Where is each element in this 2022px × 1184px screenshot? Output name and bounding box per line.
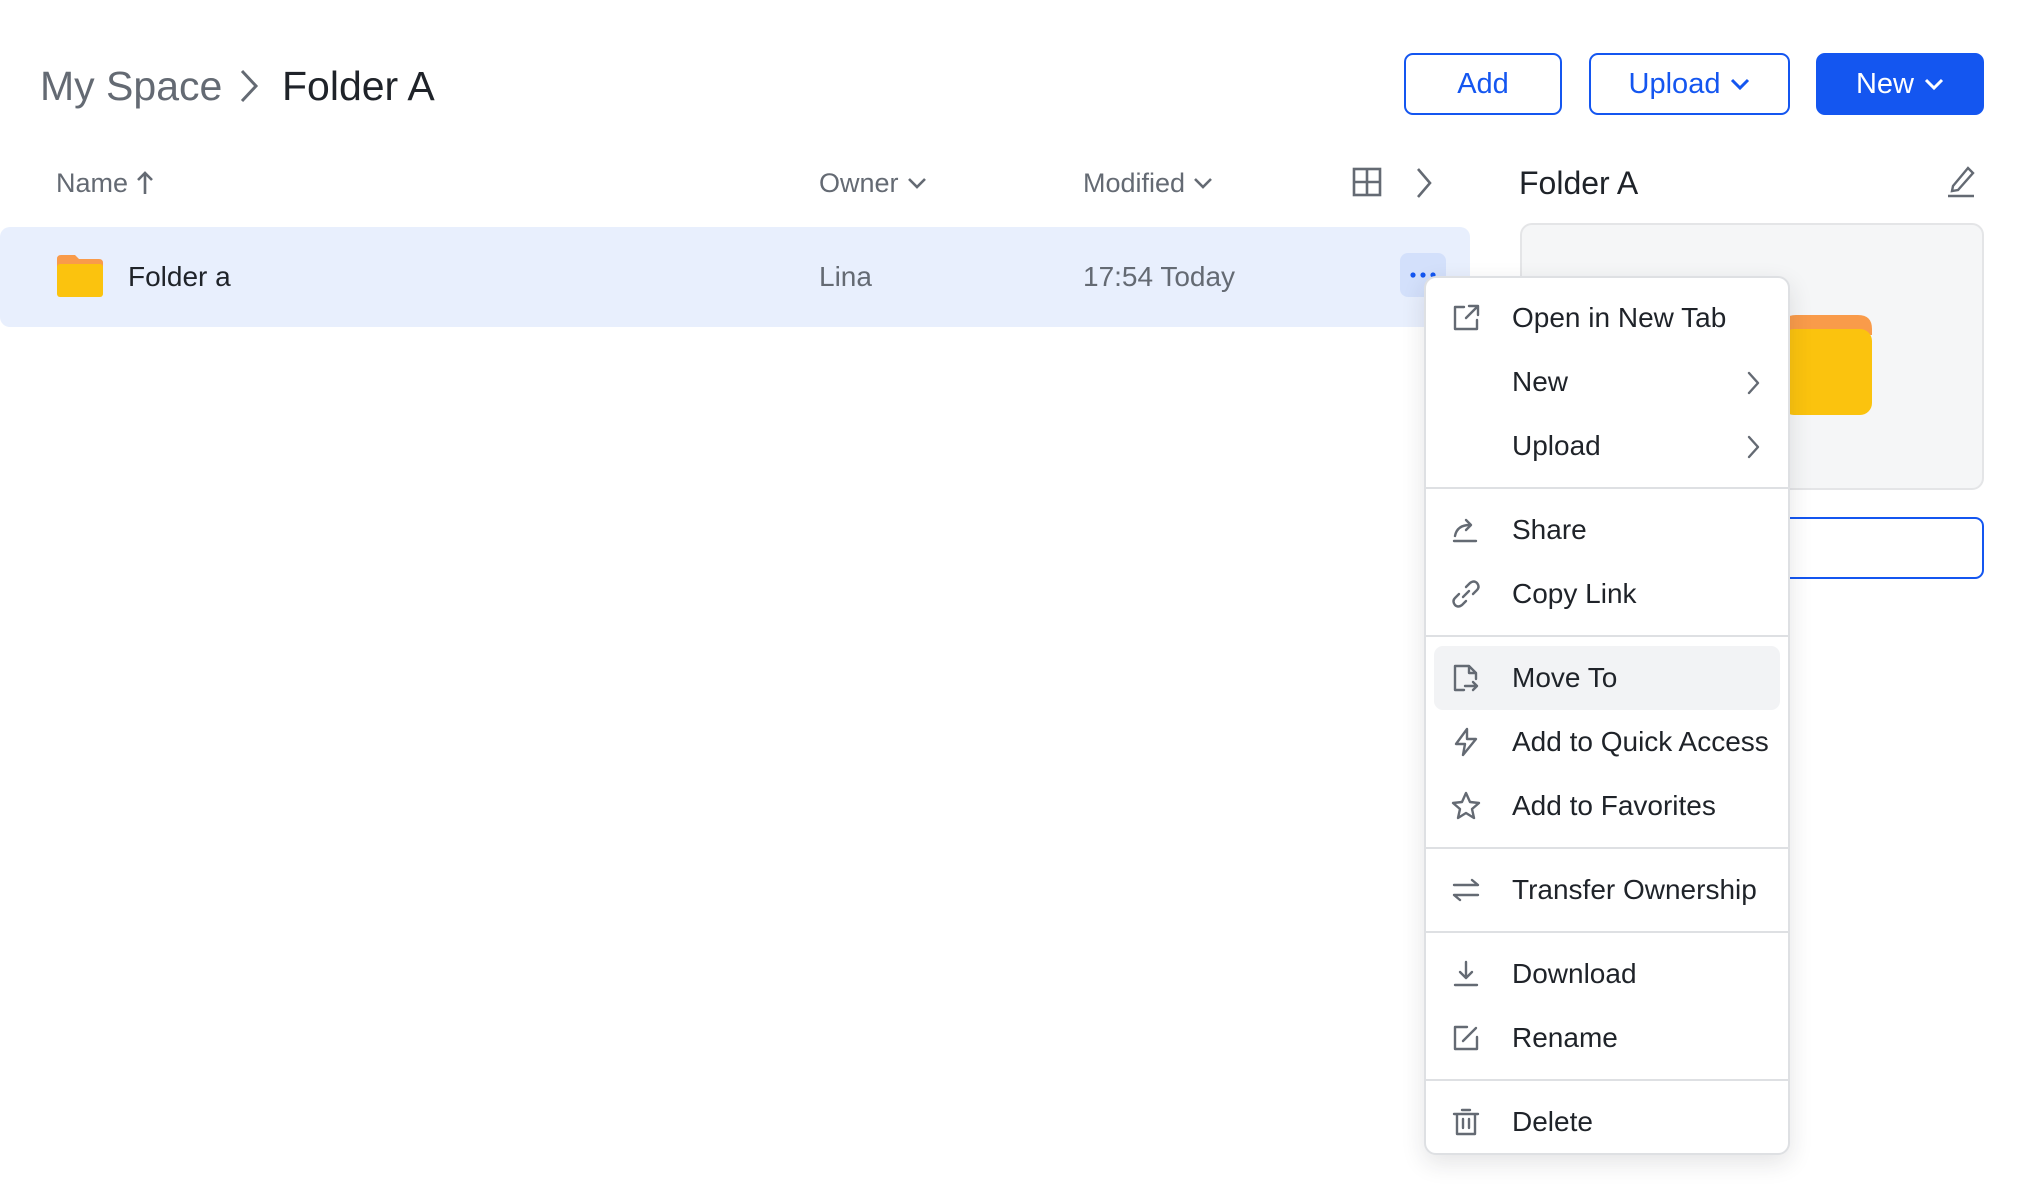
menu-divider (1426, 847, 1788, 849)
modified-header-label: Modified (1083, 168, 1186, 198)
folder-preview-icon (1782, 315, 1872, 415)
arrow-up-icon (137, 171, 153, 194)
menu-item-label: Open in New Tab (1512, 302, 1727, 333)
breadcrumb-chevron-icon (240, 69, 259, 103)
chevron-down-icon (907, 178, 926, 189)
chevron-down-icon (1194, 178, 1212, 189)
breadcrumb-root[interactable]: My Space (40, 58, 222, 114)
menu-divider (1426, 1079, 1788, 1081)
chevron-down-icon (1731, 78, 1750, 91)
panel-title: Folder A (1519, 165, 1639, 201)
context-menu: Open in New Tab New Upload Share Copy Link Mo… (1424, 276, 1790, 1155)
menu-item-label: Rename (1512, 1022, 1618, 1053)
column-header-modified[interactable]: Modified (1083, 164, 1213, 202)
link-icon (1450, 578, 1482, 610)
name-header-label: Name (56, 168, 129, 198)
move-file-icon (1450, 662, 1482, 694)
menu-item-new[interactable]: New (1434, 350, 1780, 414)
owner-header-label: Owner (819, 168, 899, 198)
swap-arrows-icon (1450, 874, 1482, 906)
menu-item-label: New (1512, 366, 1569, 397)
menu-item-label: Copy Link (1512, 578, 1637, 609)
new-button[interactable]: New (1816, 53, 1984, 115)
breadcrumb-current: Folder A (282, 63, 435, 109)
add-button[interactable]: Add (1404, 53, 1562, 115)
upload-label: Upload (1628, 67, 1721, 100)
trash-icon (1450, 1106, 1482, 1138)
menu-item-add-to-favorites[interactable]: Add to Favorites (1434, 774, 1780, 838)
chevron-right-icon[interactable] (1414, 166, 1434, 200)
menu-divider (1426, 931, 1788, 933)
menu-item-label: Share (1512, 514, 1587, 545)
new-label: New (1855, 67, 1914, 100)
menu-item-delete[interactable]: Delete (1434, 1090, 1780, 1154)
table-row[interactable]: Folder a Lina 17:54 Today (0, 227, 1470, 327)
menu-item-download[interactable]: Download (1434, 942, 1780, 1006)
menu-item-transfer-ownership[interactable]: Transfer Ownership (1434, 858, 1780, 922)
share-icon (1450, 514, 1482, 546)
menu-item-label: Delete (1512, 1106, 1593, 1137)
edit-icon[interactable] (1946, 164, 1976, 198)
menu-item-label: Add to Quick Access (1512, 726, 1769, 757)
menu-item-label: Download (1512, 958, 1637, 989)
external-link-icon (1450, 302, 1482, 334)
menu-item-label: Transfer Ownership (1512, 874, 1757, 905)
add-label: Add (1457, 67, 1509, 100)
menu-item-copy-link[interactable]: Copy Link (1434, 562, 1780, 626)
column-header-name[interactable]: Name (56, 164, 154, 202)
menu-item-open-in-new-tab[interactable]: Open in New Tab (1434, 286, 1780, 350)
folder-icon (57, 255, 103, 297)
upload-button[interactable]: Upload (1589, 53, 1790, 115)
download-icon (1450, 958, 1482, 990)
column-header-owner[interactable]: Owner (819, 164, 927, 202)
grid-view-icon[interactable] (1352, 167, 1382, 197)
chevron-right-icon (1746, 434, 1760, 466)
menu-item-label: Upload (1512, 430, 1601, 461)
row-name: Folder a (128, 261, 231, 292)
menu-item-label: Add to Favorites (1512, 790, 1716, 821)
menu-item-label: Move To (1512, 662, 1618, 693)
menu-divider (1426, 635, 1788, 637)
edit-square-icon (1450, 1022, 1482, 1054)
menu-item-rename[interactable]: Rename (1434, 1006, 1780, 1070)
lightning-icon (1450, 726, 1482, 758)
menu-item-upload[interactable]: Upload (1434, 414, 1780, 478)
chevron-down-icon (1924, 78, 1944, 91)
row-modified: 17:54 Today (1083, 261, 1236, 292)
blank-icon (1450, 366, 1482, 398)
menu-item-add-to-quick-access[interactable]: Add to Quick Access (1434, 710, 1780, 774)
blank-icon (1450, 430, 1482, 462)
star-icon (1450, 790, 1482, 822)
menu-divider (1426, 487, 1788, 489)
menu-item-share[interactable]: Share (1434, 498, 1780, 562)
menu-item-move-to[interactable]: Move To (1434, 646, 1780, 710)
row-owner: Lina (819, 261, 872, 292)
chevron-right-icon (1746, 370, 1760, 402)
